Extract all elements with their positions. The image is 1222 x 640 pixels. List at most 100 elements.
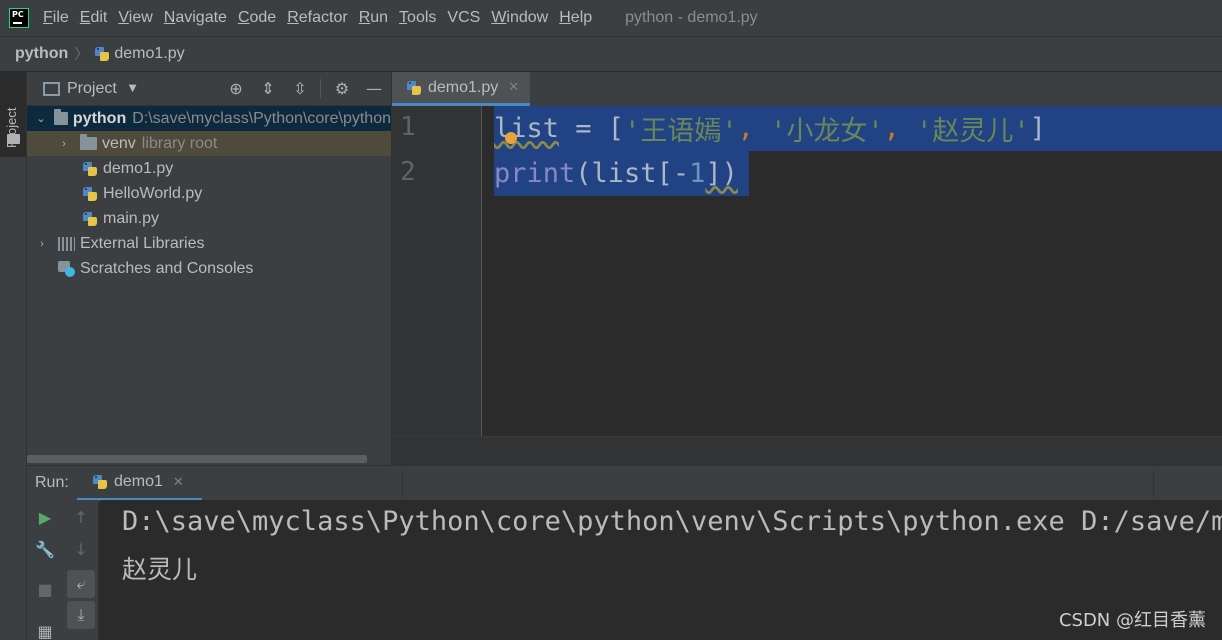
tab-label: demo1.py [428, 78, 499, 96]
tree-item-note: library root [141, 134, 218, 152]
folder-icon [53, 109, 68, 125]
scroll-to-end-icon[interactable]: ⤓ [67, 601, 95, 629]
python-file-icon [94, 46, 110, 62]
tree-item-label: demo1.py [103, 159, 174, 177]
code-editor[interactable]: 1 2 list = ['王语嫣', '小龙女', '赵灵儿'] print (l… [391, 106, 1222, 436]
libraries-icon [58, 236, 75, 251]
menu-view[interactable]: View [118, 9, 152, 27]
collapse-all-icon[interactable]: ⇳ [291, 80, 309, 98]
menu-navigate[interactable]: Navigate [164, 9, 227, 27]
hide-panel-icon[interactable]: — [365, 80, 383, 98]
code-token-string: '赵灵儿' [916, 116, 1030, 147]
folder-icon [80, 134, 97, 150]
scratches-icon [58, 260, 75, 277]
tree-item-label: venv [102, 134, 136, 152]
editor-bottom-bar [391, 436, 1222, 465]
code-token-comma: , [737, 113, 771, 144]
expand-all-icon[interactable]: ⇕ [259, 80, 277, 98]
menu-code[interactable]: Code [238, 9, 276, 27]
code-token-operator: = [ [559, 113, 625, 144]
tree-item-label: main.py [103, 209, 160, 227]
menu-bar: PC File Edit View Navigate Code Refactor… [0, 0, 1222, 36]
code-token-close: ]) [705, 158, 738, 189]
menu-edit[interactable]: Edit [80, 9, 108, 27]
console-command-line: D:\save\myclass\Python\core\python\venv\… [122, 506, 1222, 537]
divider [402, 470, 403, 497]
arrow-down-icon[interactable]: ↓ [67, 536, 95, 564]
python-run-icon [92, 474, 108, 490]
folder-icon [7, 134, 20, 144]
menu-tools[interactable]: Tools [399, 9, 436, 27]
wrench-icon[interactable]: 🔧 [31, 536, 59, 564]
window-title: python - demo1.py [625, 9, 758, 26]
breadcrumb-separator-icon: 〉 [74, 47, 89, 63]
code-token-bracket: ] [1029, 113, 1046, 144]
tree-item-label: HelloWorld.py [103, 184, 203, 202]
python-file-icon [82, 161, 98, 177]
project-view-selector[interactable]: Project [67, 80, 117, 98]
pycharm-logo-icon: PC [9, 8, 29, 28]
code-token-comma: , [883, 113, 917, 144]
run-console[interactable]: D:\save\myclass\Python\core\python\venv\… [100, 500, 1222, 640]
gear-icon[interactable]: ⚙ [333, 80, 351, 98]
chevron-down-icon[interactable]: ▼ [129, 83, 137, 94]
project-tool-window-tab[interactable]: Project [0, 72, 26, 157]
tree-item-venv[interactable]: › venv library root [27, 131, 391, 156]
tree-item-main[interactable]: main.py [27, 206, 391, 231]
watermark: CSDN @红目香薰 [1058, 610, 1206, 631]
tab-demo1[interactable]: demo1.py ✕ [392, 72, 530, 106]
stop-icon[interactable]: ■ [31, 576, 59, 604]
soft-wrap-icon[interactable]: ⤶ [67, 570, 95, 598]
tree-item-helloworld[interactable]: HelloWorld.py [27, 181, 391, 206]
run-tab-demo1[interactable]: demo1 ✕ [77, 466, 202, 501]
close-icon[interactable]: ✕ [508, 80, 519, 95]
code-line-1[interactable]: list = ['王语嫣', '小龙女', '赵灵儿'] [494, 106, 1222, 151]
toolbar-divider [320, 79, 321, 99]
menu-window[interactable]: Window [491, 9, 548, 27]
tree-item-external-libraries[interactable]: › External Libraries [27, 231, 391, 256]
tree-item-label: Scratches and Consoles [80, 259, 254, 277]
tree-item-python[interactable]: ⌄ python D:\save\myclass\Python\core\pyt… [27, 106, 391, 131]
locate-file-icon[interactable]: ⊕ [227, 80, 245, 98]
menu-help[interactable]: Help [559, 9, 592, 27]
tree-item-label: python [72, 109, 127, 127]
layout-icon[interactable]: ▦ [31, 618, 59, 640]
run-panel-header: Run: demo1 ✕ [27, 465, 1222, 501]
code-token-builtin: print [494, 158, 576, 189]
code-token-number: 1 [689, 158, 706, 189]
run-toolbar: ▶ ↑ 🔧 ↓ ■ ⤶ ⤓ ▦ [27, 500, 99, 640]
chevron-right-icon[interactable]: › [36, 238, 48, 250]
project-horizontal-scrollbar[interactable] [27, 455, 367, 463]
run-tab-label: demo1 [114, 473, 163, 490]
code-line-2[interactable]: print (list[- 1]) [494, 151, 749, 196]
line-number-gutter: 1 2 [392, 106, 482, 436]
project-panel: Project ▼ ⊕ ⇕ ⇳ ⚙ — ⌄ python D:\save\myc… [27, 72, 391, 465]
rerun-icon[interactable]: ▶ [31, 504, 59, 532]
code-token-string: '王语嫣' [624, 116, 738, 147]
editor-tab-bar: demo1.py ✕ [391, 72, 1222, 106]
menu-file[interactable]: File [43, 9, 69, 27]
tree-item-path: D:\save\myclass\Python\core\python [132, 109, 391, 127]
close-icon[interactable]: ✕ [173, 475, 184, 490]
project-panel-header: Project ▼ ⊕ ⇕ ⇳ ⚙ — [27, 72, 391, 106]
arrow-up-icon[interactable]: ↑ [67, 504, 95, 532]
menu-run[interactable]: Run [359, 9, 388, 27]
menu-refactor[interactable]: Refactor [287, 9, 347, 27]
chevron-right-icon[interactable]: › [58, 138, 70, 150]
tree-item-label: External Libraries [80, 234, 205, 252]
console-output-line: 赵灵儿 [122, 555, 198, 584]
lightbulb-icon[interactable] [505, 132, 517, 144]
tree-item-demo1[interactable]: demo1.py [27, 156, 391, 181]
breadcrumb-project[interactable]: python [15, 45, 68, 63]
project-view-icon [43, 81, 60, 96]
menu-vcs[interactable]: VCS [447, 9, 480, 27]
code-token-variable: list [494, 113, 560, 144]
tree-item-scratches[interactable]: Scratches and Consoles [27, 256, 391, 281]
python-file-icon [406, 80, 422, 96]
line-number: 2 [400, 157, 416, 187]
divider [1153, 470, 1154, 497]
chevron-down-icon[interactable]: ⌄ [36, 112, 46, 125]
left-tool-strip: Project [0, 72, 27, 640]
line-number: 1 [400, 112, 416, 142]
breadcrumb-file[interactable]: demo1.py [114, 45, 184, 63]
